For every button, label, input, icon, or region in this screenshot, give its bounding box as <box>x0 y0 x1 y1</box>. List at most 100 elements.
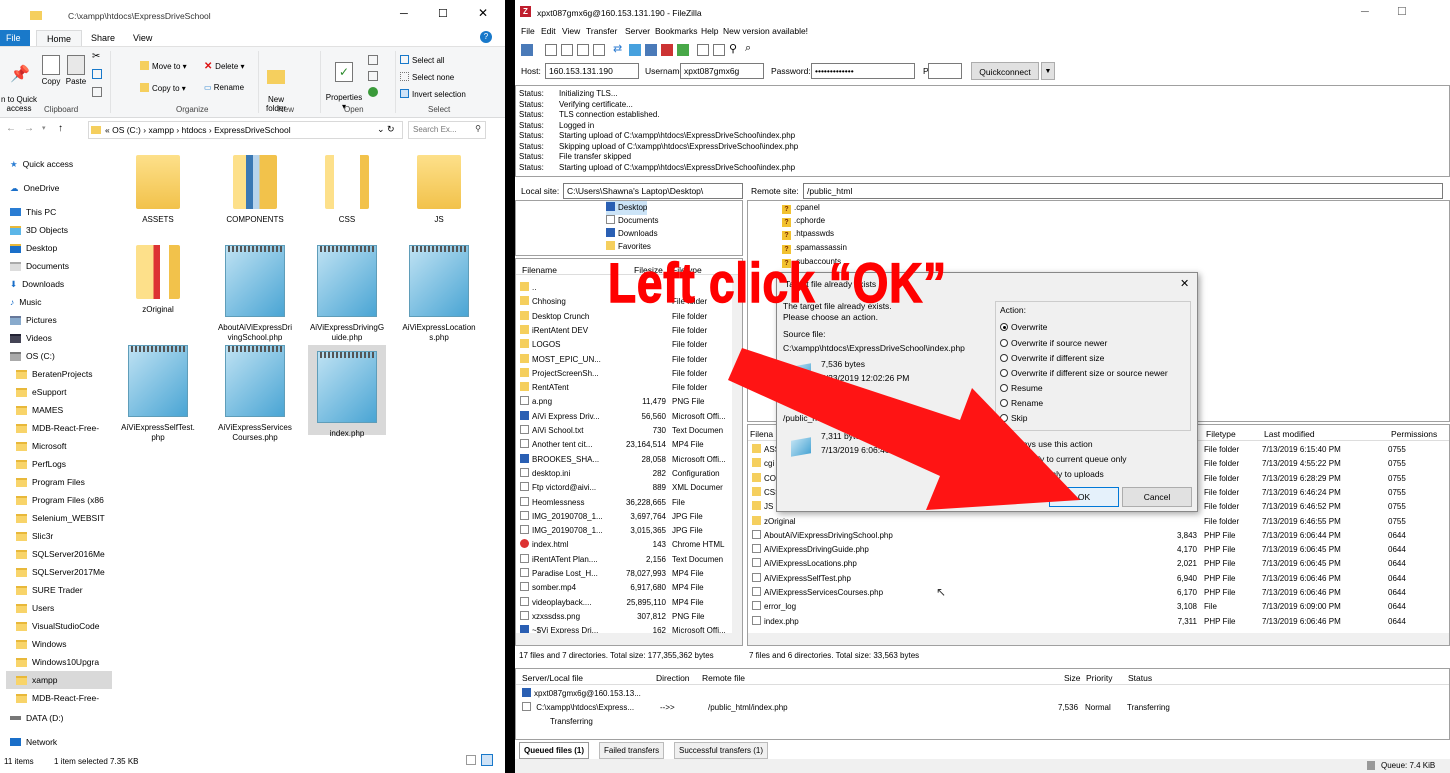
tab-successful-transfers[interactable]: Successful transfers (1) <box>674 742 769 759</box>
local-file-row[interactable]: IMG_20190708_1... 3,015,365 JPG File <box>520 524 732 538</box>
local-file-row[interactable]: LOGOS File folder <box>520 338 732 352</box>
nav-documents[interactable]: Documents <box>10 257 110 275</box>
move-to-button[interactable]: Move to ▾ <box>140 61 187 71</box>
toggle-remote-tree-icon[interactable] <box>577 44 589 56</box>
quickconnect-button[interactable]: Quickconnect <box>971 62 1039 80</box>
nav-program-files[interactable]: Program Files <box>16 473 116 491</box>
nav-users[interactable]: Users <box>16 599 116 617</box>
queue-file-row[interactable]: C:\xampp\htdocs\Express... -->> /public_… <box>522 701 1442 715</box>
menu-bookmarks[interactable]: Bookmarks <box>655 26 698 36</box>
refresh-icon[interactable]: ⇄ <box>613 42 622 55</box>
queue-server-row[interactable]: xpxt087gmx6g@160.153.13... <box>522 687 641 701</box>
nav-program-files-x86[interactable]: Program Files (x86 <box>16 491 116 509</box>
toggle-log-icon[interactable] <box>545 44 557 56</box>
username-input[interactable] <box>680 63 764 79</box>
local-scrollbar[interactable] <box>732 275 742 633</box>
nav-sqlserver2017[interactable]: SQLServer2017Me <box>16 563 116 581</box>
menu-new-version[interactable]: New version available! <box>723 26 808 36</box>
search-input[interactable]: Search Ex... ⚲ <box>408 121 486 139</box>
file-item-index-php[interactable]: index.php <box>308 345 386 438</box>
uploads-only-checkbox[interactable]: Apply only to uploads <box>1011 469 1104 479</box>
file-item-driving-guide-php[interactable]: AiViExpressDrivingGuide.php <box>308 245 386 343</box>
nav-3d-objects[interactable]: 3D Objects <box>10 221 110 239</box>
quickconnect-dropdown[interactable]: ▼ <box>1041 62 1055 80</box>
cancel-button[interactable]: Cancel <box>1122 487 1192 507</box>
remote-file-row[interactable]: error_log 3,108 File 7/13/2019 6:09:00 PM 06… <box>752 600 1447 614</box>
edit-icon[interactable] <box>368 71 378 81</box>
nav-sqlserver2016[interactable]: SQLServer2016Me <box>16 545 116 563</box>
pin-quick-access-button[interactable]: 📌 n to Quick access <box>0 55 38 113</box>
toggle-queue-icon[interactable] <box>593 44 605 56</box>
local-file-list[interactable]: Filename Filesize Filetype .. Chhosing Fil… <box>515 258 743 646</box>
nav-quick-access[interactable]: ★ Quick access <box>10 155 110 173</box>
dialog-close-button[interactable]: ✕ <box>1180 277 1189 290</box>
password-input[interactable] <box>811 63 915 79</box>
local-file-row[interactable]: BROOKES_SHA... 28,058 Microsoft Offi... <box>520 453 732 467</box>
paste-button[interactable]: Paste <box>64 55 88 86</box>
current-queue-checkbox[interactable]: Apply to current queue only <box>1011 454 1126 464</box>
local-file-row[interactable]: iRentATent Plan.... 2,156 Text Documen <box>520 553 732 567</box>
paste-shortcut-icon[interactable] <box>92 87 102 97</box>
nav-os-c[interactable]: OS (C:) <box>10 347 110 365</box>
local-file-row[interactable]: iRentAtent DEV File folder <box>520 324 732 338</box>
copy-button[interactable]: Copy <box>40 55 62 86</box>
details-view-icon[interactable] <box>466 755 476 765</box>
radio-overwrite[interactable]: Overwrite <box>1000 322 1047 332</box>
find-files-icon[interactable]: ⌕ <box>745 42 751 55</box>
tree-item-documents[interactable]: Documents <box>606 214 658 228</box>
nav-xampp[interactable]: xampp <box>6 671 112 689</box>
directory-compare-icon[interactable] <box>697 44 709 56</box>
local-file-row[interactable]: Another tent cit... 23,164,514 MP4 File <box>520 438 732 452</box>
local-file-row[interactable]: Paradise Lost_H... 78,027,993 MP4 File <box>520 567 732 581</box>
menu-view[interactable]: View <box>562 26 580 36</box>
radio-resume[interactable]: Resume <box>1000 383 1043 393</box>
local-file-row[interactable]: ProjectScreenSh... File folder <box>520 367 732 381</box>
ok-button[interactable]: OK <box>1049 487 1119 507</box>
local-tree[interactable]: Desktop Documents Downloads Favorites <box>515 200 743 256</box>
file-item-selftest-php[interactable]: AiViExpressSelfTest.php <box>119 345 197 443</box>
nav-slic3r[interactable]: Slic3r <box>16 527 116 545</box>
nav-desktop[interactable]: Desktop <box>10 239 110 257</box>
tab-home[interactable]: Home <box>36 30 83 47</box>
radio-overwrite-if-size-or-newer[interactable]: Overwrite if different size or source ne… <box>1000 368 1168 378</box>
menu-transfer[interactable]: Transfer <box>586 26 617 36</box>
file-item-assets[interactable]: ASSETS <box>119 155 197 225</box>
remote-file-row[interactable]: AiViExpressSelfTest.php 6,940 PHP File 7/13… <box>752 572 1447 586</box>
nav-visualstudiocode[interactable]: VisualStudioCode <box>16 617 116 635</box>
tab-file[interactable]: File <box>0 30 30 46</box>
tab-queued-files[interactable]: Queued files (1) <box>519 742 590 759</box>
port-input[interactable] <box>928 63 962 79</box>
radio-overwrite-if-newer[interactable]: Overwrite if source newer <box>1000 338 1107 348</box>
cancel-icon[interactable] <box>645 44 657 56</box>
fz-minimize-button[interactable]: ─ <box>1361 6 1369 18</box>
file-item-locations-php[interactable]: AiViExpressLocations.php <box>400 245 478 343</box>
tree-item-htpasswds[interactable]: ? .htpasswds <box>782 227 834 241</box>
remote-file-row[interactable]: AiViExpressDrivingGuide.php 4,170 PHP File… <box>752 543 1447 557</box>
copy-path-icon[interactable] <box>92 69 102 79</box>
toggle-local-tree-icon[interactable] <box>561 44 573 56</box>
minimize-button[interactable]: ─ <box>400 8 408 20</box>
maximize-button[interactable]: ☐ <box>438 7 448 20</box>
invert-selection-button[interactable]: Invert selection <box>400 89 466 99</box>
local-file-row[interactable]: AiVi Express Driv... 56,560 Microsoft Offi… <box>520 410 732 424</box>
nav-pictures[interactable]: Pictures <box>10 311 110 329</box>
nav-onedrive[interactable]: ☁ OneDrive <box>10 179 110 197</box>
nav-perflogs[interactable]: PerfLogs <box>16 455 116 473</box>
remote-site-input[interactable] <box>803 183 1443 199</box>
local-file-row[interactable]: index.html 143 Chrome HTML <box>520 538 732 552</box>
nav-mames[interactable]: MAMES <box>16 401 116 419</box>
help-icon[interactable]: ? <box>480 31 492 43</box>
remote-file-row[interactable]: zOriginal File folder 7/13/2019 6:46:55 PM… <box>752 515 1447 529</box>
file-item-zoriginal[interactable]: zOriginal <box>119 245 197 315</box>
new-folder-button[interactable]: New folder <box>262 53 290 113</box>
local-site-input[interactable] <box>563 183 743 199</box>
copy-to-button[interactable]: Copy to ▾ <box>140 83 186 93</box>
tree-item-cpanel[interactable]: ? .cpanel <box>782 201 820 215</box>
nav-windows[interactable]: Windows <box>16 635 116 653</box>
local-file-row[interactable]: Ftp victord@aivi... 889 XML Documer <box>520 481 732 495</box>
menu-edit[interactable]: Edit <box>541 26 556 36</box>
breadcrumb[interactable]: « OS (C:) › xampp › htdocs › ExpressDriv… <box>88 121 403 139</box>
remote-file-row[interactable]: index.php 7,311 PHP File 7/13/2019 6:06:46 … <box>752 615 1447 629</box>
radio-skip[interactable]: Skip <box>1000 413 1028 423</box>
file-item-services-php[interactable]: AiViExpressServicesCourses.php <box>216 345 294 443</box>
